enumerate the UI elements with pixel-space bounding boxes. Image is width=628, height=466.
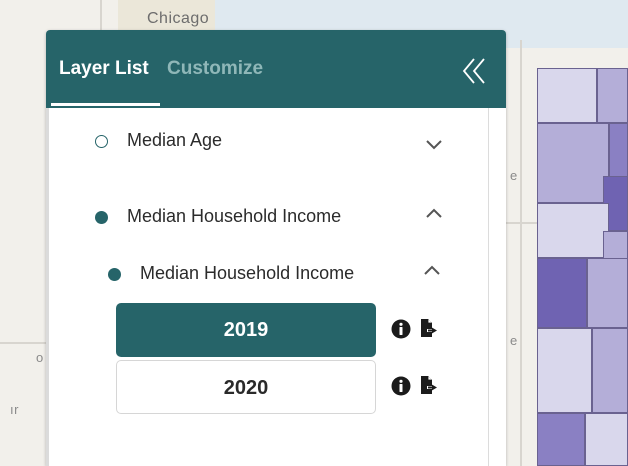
county-polygon[interactable] <box>597 68 628 123</box>
info-icon[interactable] <box>391 376 411 396</box>
active-tab-indicator <box>51 103 160 106</box>
scrollbar-track[interactable] <box>488 108 489 466</box>
map-label: e <box>510 333 518 348</box>
chevron-down-icon[interactable] <box>426 140 442 150</box>
collapse-panel-button[interactable] <box>458 54 492 88</box>
layer-radio-unselected[interactable] <box>95 135 108 148</box>
export-file-icon[interactable] <box>419 318 439 338</box>
map-road <box>520 40 522 466</box>
map-label-city: Chicago <box>147 10 210 27</box>
sublayer-item-median-household-income[interactable]: Median Household Income <box>46 263 486 289</box>
county-polygon[interactable] <box>592 328 628 413</box>
layer-radio-selected[interactable] <box>95 211 108 224</box>
layer-item-median-age[interactable]: Median Age <box>46 130 486 156</box>
county-polygon[interactable] <box>537 328 592 413</box>
layer-name: Median Age <box>127 130 223 150</box>
county-polygon[interactable] <box>537 68 597 123</box>
layer-panel: Layer List Customize Median Age Median H… <box>46 30 506 466</box>
choropleth-layer[interactable] <box>537 68 628 466</box>
chevron-up-icon[interactable] <box>426 208 442 218</box>
chevron-up-icon[interactable] <box>424 265 440 275</box>
map-label: o <box>36 350 44 365</box>
map-label: ır <box>10 402 19 417</box>
year-button-2020[interactable]: 2020 <box>116 360 376 414</box>
county-polygon[interactable] <box>537 123 609 203</box>
sublayer-radio-selected[interactable] <box>108 268 121 281</box>
info-icon[interactable] <box>391 319 411 339</box>
panel-header: Layer List Customize <box>46 30 506 108</box>
year-button-2019[interactable]: 2019 <box>116 303 376 357</box>
county-polygon[interactable] <box>587 258 628 328</box>
county-polygon[interactable] <box>609 123 628 178</box>
export-file-icon[interactable] <box>419 375 439 395</box>
layer-name: Median Household Income <box>127 206 342 226</box>
layer-list: Median Age Median Household Income Media… <box>46 108 506 466</box>
double-chevron-left-icon <box>462 58 485 84</box>
tab-layer-list[interactable]: Layer List <box>59 58 149 80</box>
sublayer-name: Median Household Income <box>140 263 355 283</box>
layer-item-median-household-income[interactable]: Median Household Income <box>46 206 486 232</box>
map-label: e <box>510 168 518 183</box>
county-polygon[interactable] <box>537 203 609 258</box>
county-polygon[interactable] <box>585 413 628 466</box>
county-polygon[interactable] <box>537 258 587 328</box>
tab-customize[interactable]: Customize <box>167 58 263 80</box>
county-polygon[interactable] <box>537 413 585 466</box>
